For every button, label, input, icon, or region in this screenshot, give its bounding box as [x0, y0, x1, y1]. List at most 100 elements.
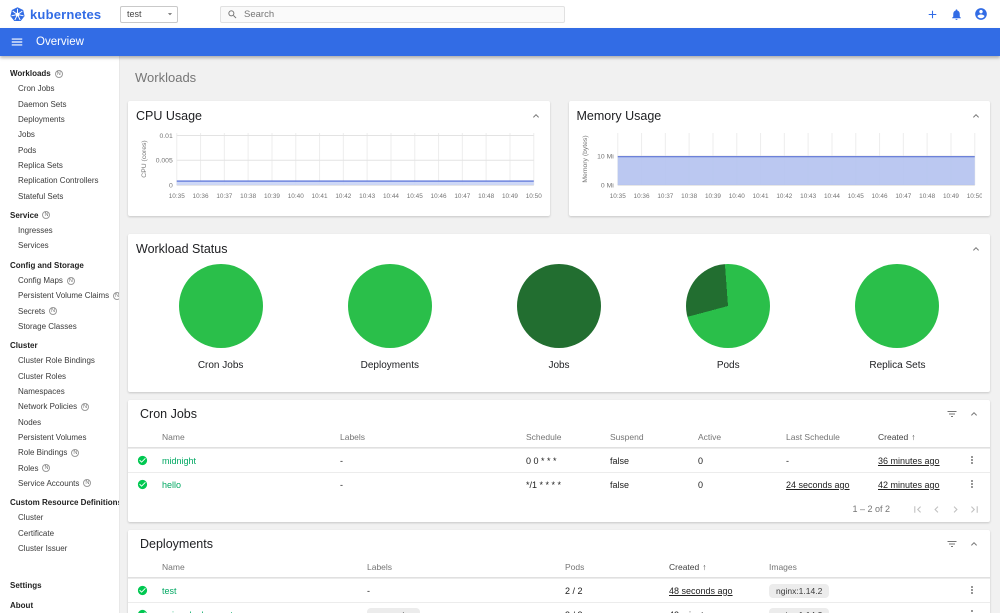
relative-time: 42 minutes ago [669, 610, 731, 613]
row-menu-button[interactable] [966, 584, 990, 598]
row-menu-button[interactable] [966, 478, 990, 492]
svg-text:0: 0 [169, 183, 173, 190]
sidebar-item-certificate[interactable]: Certificate [0, 526, 119, 541]
namespace-select[interactable]: test [120, 5, 178, 23]
resource-name-link[interactable]: test [162, 586, 177, 596]
sidebar-item-role-bindings[interactable]: Role Bindings N [0, 445, 119, 460]
sidebar-item-label: About [10, 600, 34, 610]
namespace-value: test [127, 9, 142, 19]
column-header-created[interactable]: Created ↑ [669, 562, 769, 572]
create-plus-button[interactable] [926, 8, 939, 21]
pods-cell: 2 / 2 [565, 585, 583, 596]
sidebar-item-nodes[interactable]: Nodes [0, 415, 119, 430]
sidebar-item-jobs[interactable]: Jobs [0, 127, 119, 142]
label-chip: nginx:1.14.2 [769, 583, 830, 598]
filter-list-icon [947, 541, 957, 547]
notifications-bell-button[interactable] [950, 8, 963, 21]
collapse-button[interactable] [530, 110, 542, 122]
sidebar-item-workloads[interactable]: Workloads N [0, 66, 119, 81]
svg-text:10:43: 10:43 [359, 193, 375, 200]
svg-text:10:47: 10:47 [895, 193, 911, 200]
sidebar-item-cluster[interactable]: Cluster [0, 338, 119, 353]
sidebar-item-config-and-storage[interactable]: Config and Storage [0, 258, 119, 273]
account-button[interactable] [974, 7, 988, 21]
sidebar-item-replica-sets[interactable]: Replica Sets [0, 158, 119, 173]
brand-name: kubernetes [30, 6, 102, 22]
sidebar-item-service-accounts[interactable]: Service Accounts N [0, 476, 119, 491]
search-icon [228, 9, 237, 18]
resource-name-link[interactable]: hello [162, 480, 181, 490]
sidebar-item-label: Cluster [18, 513, 44, 523]
namespaced-indicator-icon: N [113, 291, 119, 300]
column-header-last-schedule[interactable]: Last Schedule [786, 432, 878, 442]
sidebar-item-label: Settings [10, 581, 42, 591]
cron-job-row: midnight - 0 0 * * * false 0 - 36 minutes ago [128, 448, 990, 472]
brand[interactable]: kubernetes [10, 7, 120, 22]
check-circle-icon [137, 455, 147, 466]
row-menu-button[interactable] [966, 454, 990, 468]
sidebar-item-roles[interactable]: Roles N [0, 460, 119, 475]
sidebar-item-network-policies[interactable]: Network Policies N [0, 399, 119, 414]
column-header-images[interactable]: Images [769, 562, 966, 572]
last-page-button[interactable] [965, 503, 984, 516]
workload-status-chart-replica-sets: Replica Sets [813, 264, 982, 371]
namespaced-indicator-icon: N [71, 448, 80, 457]
column-header-schedule[interactable]: Schedule [526, 432, 610, 442]
column-header-active[interactable]: Active [698, 432, 786, 442]
sidebar-item-cluster-roles[interactable]: Cluster Roles [0, 369, 119, 384]
column-header-name[interactable]: Name [162, 432, 340, 442]
search-input[interactable] [244, 8, 558, 20]
column-header-created[interactable]: Created ↑ [878, 432, 966, 442]
sidebar-item-about[interactable]: About [0, 598, 119, 613]
first-page-button[interactable] [908, 503, 927, 516]
resource-name-link[interactable]: nginx-deployment [162, 610, 233, 613]
column-header-name[interactable]: Name [162, 562, 367, 572]
column-header-labels[interactable]: Labels [367, 562, 565, 572]
sidebar-item-label: Pods [18, 145, 37, 155]
sidebar-item-storage-classes[interactable]: Storage Classes [0, 319, 119, 334]
sidebar-item-replication-controllers[interactable]: Replication Controllers [0, 173, 119, 188]
sidebar-item-persistent-volume-claims[interactable]: Persistent Volume Claims N [0, 288, 119, 303]
sidebar-item-pods[interactable]: Pods [0, 142, 119, 157]
sidebar-item-daemon-sets[interactable]: Daemon Sets [0, 97, 119, 112]
cpu-usage-card: CPU Usage 10:35 10:36 10:37 10:38 10:39 10:40… [128, 101, 550, 216]
sidebar-item-label: Daemon Sets [18, 99, 67, 109]
sidebar-item-deployments[interactable]: Deployments [0, 112, 119, 127]
toolbar-title: Overview [36, 36, 84, 48]
sidebar-item-settings[interactable]: Settings [0, 578, 119, 593]
filter-button[interactable] [946, 408, 958, 420]
sidebar-item-cluster-issuer[interactable]: Cluster Issuer [0, 541, 119, 556]
row-menu-button[interactable] [966, 608, 990, 613]
sidebar-item-persistent-volumes[interactable]: Persistent Volumes [0, 430, 119, 445]
sidebar-item-namespaces[interactable]: Namespaces [0, 384, 119, 399]
sidebar-item-cron-jobs[interactable]: Cron Jobs [0, 81, 119, 96]
collapse-button[interactable] [970, 243, 982, 255]
sidebar-item-secrets[interactable]: Secrets N [0, 303, 119, 318]
sidebar-item-service[interactable]: Service N [0, 208, 119, 223]
collapse-button[interactable] [970, 110, 982, 122]
sidebar-item-cluster-role-bindings[interactable]: Cluster Role Bindings [0, 353, 119, 368]
chevron-up-icon [971, 542, 977, 546]
sidebar-item-services[interactable]: Services [0, 238, 119, 253]
sidebar-item-stateful-sets[interactable]: Stateful Sets [0, 188, 119, 203]
sidebar-item-custom-resource-definitions[interactable]: Custom Resource Definitions [0, 495, 119, 510]
previous-page-button[interactable] [927, 503, 946, 516]
sidebar-item-ingresses[interactable]: Ingresses [0, 223, 119, 238]
column-header-suspend[interactable]: Suspend [610, 432, 698, 442]
column-header-labels[interactable]: Labels [340, 432, 526, 442]
status-ok-cell [128, 455, 162, 466]
sidebar-item-config-maps[interactable]: Config Maps N [0, 273, 119, 288]
column-header-pods[interactable]: Pods [565, 562, 669, 572]
collapse-button[interactable] [968, 538, 980, 550]
filter-button[interactable] [946, 538, 958, 550]
more-vert-icon [971, 585, 973, 594]
resource-name-link[interactable]: midnight [162, 456, 196, 466]
collapse-button[interactable] [968, 408, 980, 420]
next-page-button[interactable] [946, 503, 965, 516]
sort-arrow-icon: ↑ [911, 431, 916, 442]
deployments-card: Deployments Name Labels Pods Created ↑ Images… [128, 530, 990, 613]
menu-hamburger-button[interactable] [10, 35, 24, 49]
sidebar-item-label: Config and Storage [10, 260, 84, 270]
sidebar-item-cluster[interactable]: Cluster [0, 510, 119, 525]
workload-status-chart-cron-jobs: Cron Jobs [136, 264, 305, 371]
